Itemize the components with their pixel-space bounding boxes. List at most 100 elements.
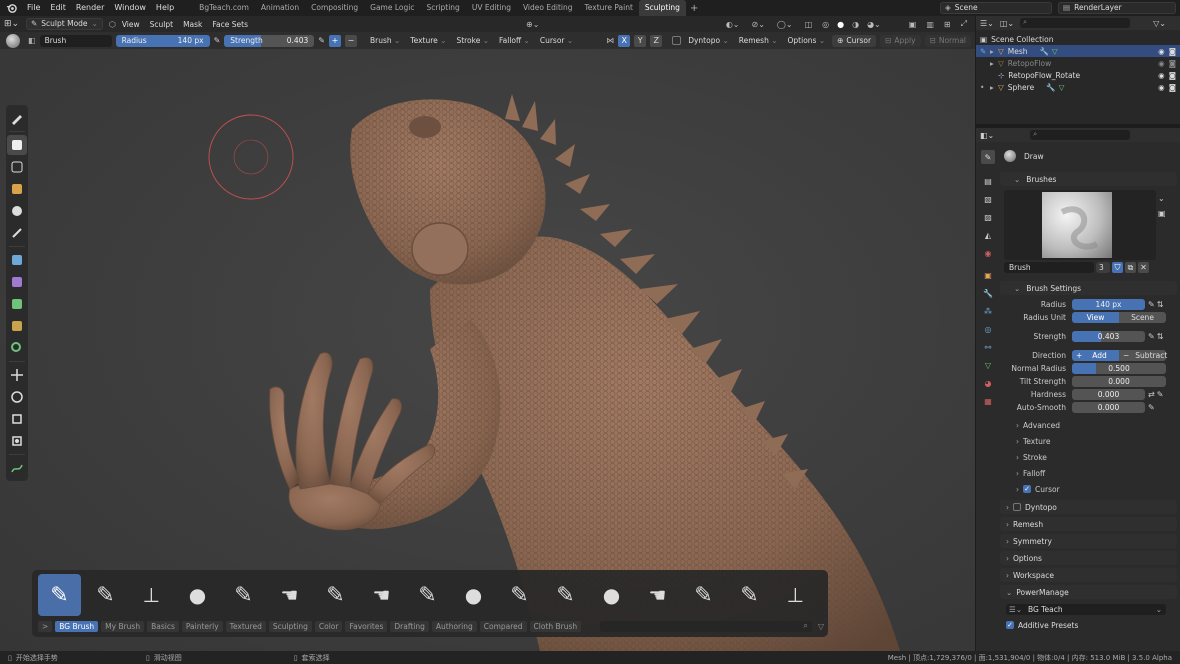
brush-slot-3[interactable]: ⊥	[130, 574, 173, 616]
brush-slot-14[interactable]: ☚	[636, 574, 679, 616]
outliner-item-retopoflow[interactable]: ▸ ▽ RetopoFlow ◉ ◙	[976, 57, 1180, 69]
render-icon[interactable]: ◙	[1169, 59, 1176, 68]
remesh-panel[interactable]: › Remesh	[1000, 517, 1177, 531]
dyntopo-dropdown[interactable]: Dyntopo	[685, 36, 732, 45]
transform-pivot-icon[interactable]: ⊕⌄	[526, 20, 539, 29]
brush-slot-5[interactable]: ✎	[222, 574, 265, 616]
scene-tab-icon[interactable]: ◭	[981, 228, 995, 242]
edit-mode-icon[interactable]: ✎	[980, 47, 990, 56]
radius-unit-scene-button[interactable]: Scene	[1119, 312, 1166, 323]
scale-tool-icon[interactable]	[7, 409, 27, 429]
options-panel[interactable]: › Options	[1000, 551, 1177, 565]
properties-editor-icon[interactable]: ◧⌄	[980, 131, 994, 140]
menu-help[interactable]: Help	[151, 0, 179, 16]
scene-collection-row[interactable]: ▣ Scene Collection	[976, 33, 1180, 45]
stroke-subpanel[interactable]: › Stroke	[976, 450, 1180, 464]
sidebar-toggle-icon[interactable]: ▥	[926, 20, 934, 29]
axis-x-toggle[interactable]: X	[618, 34, 631, 47]
overlays-icon[interactable]: ◯⌄	[777, 20, 793, 29]
menu-mask[interactable]: Mask	[183, 20, 202, 29]
category-painterly[interactable]: Painterly	[181, 621, 223, 632]
brush-list-toggle-icon[interactable]: ⌄	[1158, 194, 1165, 203]
render-icon[interactable]: ◙	[1169, 71, 1176, 80]
transform-tool-icon[interactable]	[7, 431, 27, 451]
category-compared[interactable]: Compared	[479, 621, 527, 632]
brush-slot-17[interactable]: ⊥	[774, 574, 817, 616]
brush-slot-1[interactable]: ✎	[38, 574, 81, 616]
radius-unit-view-button[interactable]: View	[1072, 312, 1119, 323]
strength-field[interactable]: 0.403	[1072, 331, 1145, 342]
wireframe-shading-icon[interactable]: ◎	[822, 20, 829, 29]
menu-window[interactable]: Window	[109, 0, 151, 16]
unlink-brush-icon[interactable]: ✕	[1138, 261, 1149, 273]
object-tab-icon[interactable]: ▣	[981, 268, 995, 282]
expand-arrow-icon[interactable]: ▸	[990, 59, 998, 68]
texture-subpanel[interactable]: › Texture	[976, 434, 1180, 448]
tab-bgteach[interactable]: BgTeach.com	[193, 0, 255, 16]
menu-view[interactable]: View	[122, 20, 140, 29]
data-tab-icon[interactable]: ▽	[981, 358, 995, 372]
category-basics[interactable]: Basics	[147, 621, 179, 632]
brush-slot-8[interactable]: ☚	[360, 574, 403, 616]
brush-slot-13[interactable]: ●	[590, 574, 633, 616]
brush-slot-2[interactable]: ✎	[84, 574, 127, 616]
texture-tab-icon[interactable]: ▦	[981, 394, 995, 408]
fullscreen-icon[interactable]: ⤢	[961, 19, 967, 29]
pressure-icon[interactable]: ✎	[1157, 390, 1164, 399]
brush-dropdown[interactable]: Brush	[367, 36, 403, 45]
tab-scripting[interactable]: Scripting	[420, 0, 465, 16]
duplicate-brush-icon[interactable]: ⧉	[1125, 261, 1136, 273]
display-mode-icon[interactable]: ◫⌄	[1000, 19, 1014, 28]
tab-animation[interactable]: Animation	[255, 0, 305, 16]
normal-radius-field[interactable]: 0.500	[1072, 363, 1166, 374]
mask-tool-icon[interactable]	[7, 338, 27, 358]
clay-strips-tool-icon[interactable]	[7, 179, 27, 199]
layer-tool-icon[interactable]	[7, 201, 27, 221]
cursor-button[interactable]: ⊕ Cursor	[832, 34, 877, 47]
pressure-icon[interactable]: ✎	[1148, 300, 1155, 309]
properties-search-input[interactable]: ⌕	[1030, 130, 1131, 140]
scrape-tool-icon[interactable]	[7, 316, 27, 336]
filter-icon[interactable]: ▽	[818, 622, 824, 631]
outliner-item-mesh[interactable]: ✎ ▸ ▽ Mesh 🔧 ▽ ◉ ◙	[976, 45, 1180, 57]
tilt-strength-field[interactable]: 0.000	[1072, 376, 1166, 387]
brush-slot-16[interactable]: ✎	[728, 574, 771, 616]
modifier-tab-icon[interactable]: 🔧	[981, 286, 995, 300]
view-layer-tab-icon[interactable]: ▨	[981, 210, 995, 224]
pressure-radius-icon[interactable]: ✎	[214, 36, 221, 45]
falloff-subpanel[interactable]: › Falloff	[976, 466, 1180, 480]
tab-video-editing[interactable]: Video Editing	[517, 0, 579, 16]
outliner-filter-icon[interactable]: ▽⌄	[1153, 19, 1166, 28]
falloff-dropdown[interactable]: Falloff	[496, 36, 533, 45]
symmetry-panel[interactable]: › Symmetry	[1000, 534, 1177, 548]
brush-slot-15[interactable]: ✎	[682, 574, 725, 616]
category-drafting[interactable]: Drafting	[390, 621, 429, 632]
direction-subtract-button[interactable]: − Subtract	[1119, 350, 1167, 361]
menu-sculpt[interactable]: Sculpt	[150, 20, 173, 29]
stroke-dropdown[interactable]: Stroke	[453, 36, 492, 45]
outliner-item-retopoflow-rotate[interactable]: ⊹ RetopoFlow_Rotate ◉ ◙	[976, 69, 1180, 81]
normal-button[interactable]: ⊟ Normal	[924, 34, 971, 47]
particles-tab-icon[interactable]: ⁂	[981, 304, 995, 318]
direction-add-button[interactable]: +	[328, 34, 341, 47]
visibility-icon[interactable]: ◉	[1158, 71, 1165, 80]
dyntopo-checkbox[interactable]	[672, 36, 682, 45]
annotate-tool-icon[interactable]	[7, 458, 27, 478]
brush-datablock-field[interactable]: Brush	[1004, 261, 1094, 273]
direction-add-button[interactable]: + Add	[1072, 350, 1119, 361]
add-workspace-icon[interactable]: +	[686, 3, 702, 14]
hardness-field[interactable]: 0.000	[1072, 389, 1145, 400]
scene-selector[interactable]: ◈ Scene	[940, 2, 1052, 14]
powermanage-panel[interactable]: ⌄ PowerManage	[1000, 585, 1177, 599]
outliner-search-input[interactable]: ⌕	[1020, 18, 1131, 28]
brush-slot-4[interactable]: ●	[176, 574, 219, 616]
view-layer-selector[interactable]: ▤ RenderLayer	[1058, 2, 1176, 14]
brush-menu-icon[interactable]: ▣	[1158, 209, 1166, 218]
outliner-item-sphere[interactable]: • ▸ ▽ Sphere 🔧 ▽ ◉ ◙	[976, 81, 1180, 93]
brush-search-input[interactable]: ⌕	[600, 621, 812, 632]
render-tab-icon[interactable]: ▤	[981, 174, 995, 188]
brush-slot-10[interactable]: ●	[452, 574, 495, 616]
render-icon[interactable]: ◙	[1169, 83, 1176, 92]
category-textured[interactable]: Textured	[225, 621, 266, 632]
radius-slider[interactable]: Radius 140 px	[115, 34, 210, 47]
